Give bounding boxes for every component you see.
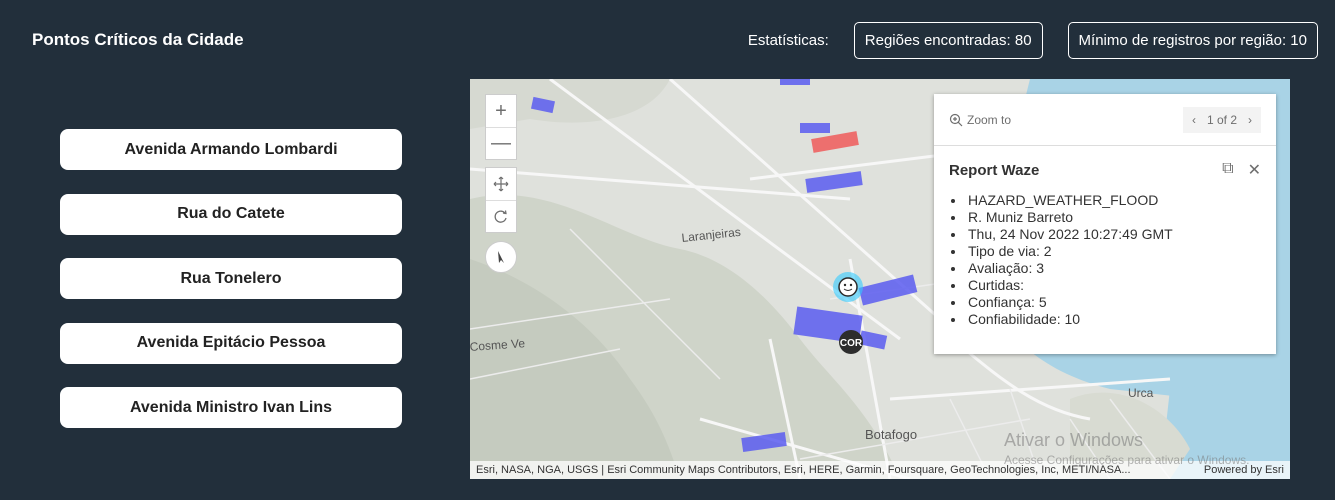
rotate-icon[interactable] <box>486 200 516 232</box>
next-feature-icon[interactable]: › <box>1243 113 1257 127</box>
popup-pager: ‹ 1 of 2 › <box>1182 106 1261 133</box>
cor-marker-label: COR <box>840 338 863 349</box>
watermark-subtitle: Acesse Configurações para ativar o Windo… <box>1004 453 1250 467</box>
street-button[interactable]: Avenida Epitácio Pessoa <box>60 322 402 364</box>
zoom-controls: + — <box>485 94 517 160</box>
list-item: Tipo de via: 2 <box>966 243 1276 260</box>
list-item: Confiabilidade: 10 <box>966 311 1276 328</box>
page-title: Pontos Críticos da Cidade <box>32 30 244 49</box>
pager-label: 1 of 2 <box>1206 112 1237 127</box>
street-button[interactable]: Rua do Catete <box>60 193 402 235</box>
zoom-to-icon <box>949 113 963 126</box>
list-item: Confiança: 5 <box>966 294 1276 311</box>
previous-feature-icon[interactable]: ‹ <box>1187 113 1201 127</box>
zoom-to-label: Zoom to <box>967 112 1012 127</box>
compass <box>485 241 517 273</box>
compass-icon[interactable] <box>486 242 516 272</box>
zoom-to-button[interactable]: Zoom to <box>949 113 1011 127</box>
list-item: Avaliação: 3 <box>966 260 1276 277</box>
street-button[interactable]: Avenida Armando Lombardi <box>60 129 402 170</box>
map-label-laranjeiras: Laranjeiras <box>681 225 742 245</box>
pan-icon[interactable] <box>486 168 516 200</box>
zoom-in-button[interactable]: + <box>486 95 516 127</box>
waze-marker-icon[interactable] <box>833 272 863 302</box>
list-item: Thu, 24 Nov 2022 10:27:49 GMT <box>966 226 1276 243</box>
dock-icon[interactable]: ⧉ <box>1222 160 1233 180</box>
navigation-controls <box>485 167 517 233</box>
min-records-badge: Mínimo de registros por região: 10 <box>1067 22 1318 59</box>
street-list: Avenida Armando Lombardi Rua do Catete R… <box>60 129 402 452</box>
list-item: HAZARD_WEATHER_FLOOD <box>966 192 1276 209</box>
map-view[interactable]: Laranjeiras Botafogo Urca Cosme Ve COR +… <box>470 79 1290 479</box>
regions-found-badge: Regiões encontradas: 80 <box>853 22 1043 59</box>
zoom-out-button[interactable]: — <box>486 127 516 159</box>
statistics-label: Estatísticas: <box>747 32 829 49</box>
watermark-title: Ativar o Windows <box>1004 430 1144 450</box>
popup-title: Report Waze <box>949 161 1040 179</box>
list-item: Curtidas: <box>966 277 1276 294</box>
street-button[interactable]: Rua Tonelero <box>60 258 402 299</box>
windows-activation-watermark: Ativar o Windows Acesse Configurações pa… <box>1004 430 1249 467</box>
map-label-botafogo: Botafogo <box>865 427 917 442</box>
statistics-bar: Estatísticas: Regiões encontradas: 80 Mí… <box>748 22 1318 59</box>
close-icon[interactable]: ✕ <box>1248 160 1261 180</box>
feature-popup: Zoom to ‹ 1 of 2 › Report Waze ⧉ ✕ HAZAR… <box>934 94 1276 354</box>
street-button[interactable]: Avenida Ministro Ivan Lins <box>60 387 402 428</box>
popup-attributes: HAZARD_WEATHER_FLOOD R. Muniz Barreto Th… <box>966 192 1276 328</box>
list-item: R. Muniz Barreto <box>966 209 1276 226</box>
map-label-urca: Urca <box>1128 386 1154 400</box>
